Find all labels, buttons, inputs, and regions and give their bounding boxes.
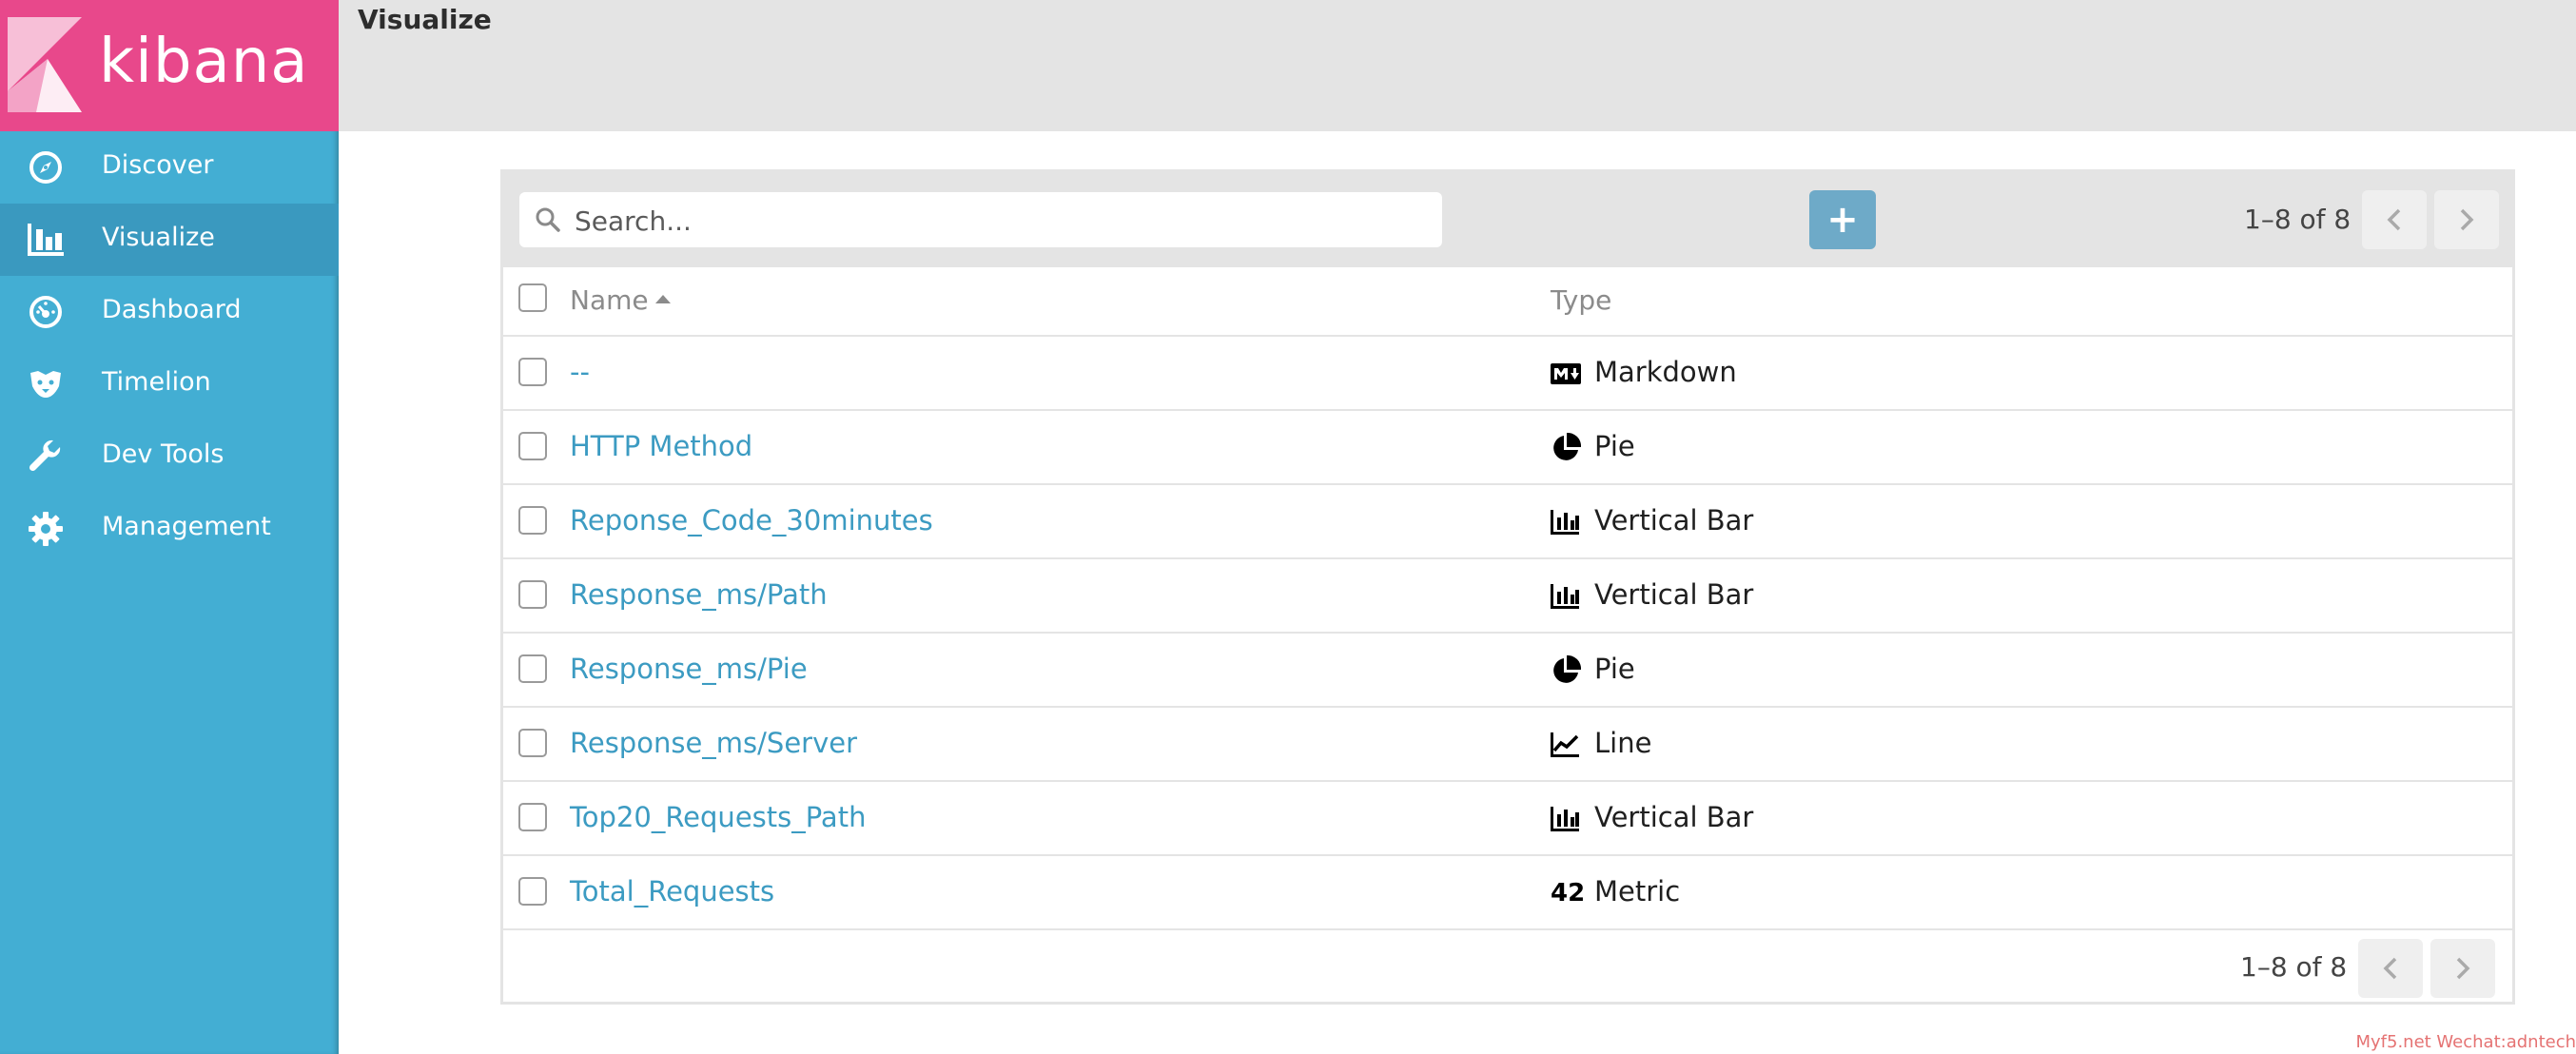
search-icon <box>535 206 561 237</box>
sidebar-item-visualize[interactable]: Visualize <box>0 204 339 276</box>
visualization-type: Pie <box>1594 653 1635 685</box>
metric-icon-text: 42 <box>1551 879 1586 908</box>
table-row: Reponse_Code_30minutes Vertical Bar <box>503 485 2512 559</box>
sidebar-nav: Discover Visualize Dashboard Timelion De… <box>0 131 339 565</box>
visualization-link[interactable]: HTTP Method <box>570 430 752 462</box>
row-checkbox[interactable] <box>518 877 547 906</box>
visualizations-panel: + 1–8 of 8 Name Type -- Markdown <box>500 169 2515 1005</box>
table-row: Response_ms/Path Vertical Bar <box>503 559 2512 634</box>
kibana-logo[interactable]: kibana <box>0 0 339 131</box>
bar-chart-icon <box>1551 805 1583 833</box>
dashboard-gauge-icon <box>27 294 65 330</box>
visualization-link[interactable]: Response_ms/Path <box>570 578 828 611</box>
visualization-link[interactable]: Reponse_Code_30minutes <box>570 504 933 537</box>
row-checkbox[interactable] <box>518 654 547 683</box>
toolbar: + 1–8 of 8 <box>503 172 2512 267</box>
sidebar-item-label: Dashboard <box>102 295 242 324</box>
sidebar-item-dashboard[interactable]: Dashboard <box>0 276 339 348</box>
bar-chart-icon <box>1551 508 1583 537</box>
row-checkbox[interactable] <box>518 506 547 535</box>
row-checkbox[interactable] <box>518 432 547 460</box>
sort-ascending-icon <box>654 294 671 303</box>
compass-icon <box>27 149 65 185</box>
pagination-info-footer: 1–8 of 8 <box>2240 951 2348 983</box>
gear-icon <box>27 511 65 547</box>
visualization-type: Markdown <box>1594 356 1737 388</box>
column-header-type: Type <box>1551 284 1612 316</box>
sidebar-item-timelion[interactable]: Timelion <box>0 348 339 420</box>
visualization-link[interactable]: Response_ms/Pie <box>570 653 808 685</box>
search-box[interactable] <box>519 192 1442 249</box>
row-checkbox[interactable] <box>518 580 547 609</box>
sidebar-item-label: Management <box>102 512 271 541</box>
page-title: Visualize <box>358 4 492 35</box>
chevron-left-icon <box>2387 208 2401 231</box>
add-visualization-button[interactable]: + <box>1809 190 1876 249</box>
table-row: Response_ms/Pie Pie <box>503 634 2512 708</box>
pie-chart-icon <box>1551 655 1583 685</box>
table-row: -- Markdown <box>503 337 2512 411</box>
visualization-type: Pie <box>1594 430 1635 462</box>
timelion-icon <box>27 366 65 402</box>
markdown-icon <box>1551 360 1583 388</box>
sidebar-item-label: Timelion <box>102 367 211 397</box>
logo-text: kibana <box>99 27 309 97</box>
footer-previous-page-button[interactable] <box>2358 939 2423 998</box>
visualization-type: Vertical Bar <box>1594 578 1754 611</box>
sidebar-item-label: Dev Tools <box>102 439 224 469</box>
kibana-logo-icon <box>8 17 82 112</box>
sidebar-item-management[interactable]: Management <box>0 493 339 565</box>
visualization-link[interactable]: -- <box>570 356 590 388</box>
chevron-right-icon <box>2456 957 2470 980</box>
row-checkbox[interactable] <box>518 803 547 831</box>
pagination-info: 1–8 of 8 <box>2244 204 2352 235</box>
row-checkbox[interactable] <box>518 729 547 757</box>
wrench-icon <box>27 439 65 475</box>
footer-next-page-button[interactable] <box>2430 939 2495 998</box>
visualization-type: Vertical Bar <box>1594 801 1754 833</box>
previous-page-button[interactable] <box>2362 190 2427 249</box>
search-input[interactable] <box>573 192 1423 249</box>
select-all-checkbox[interactable] <box>518 283 547 312</box>
bar-chart-icon <box>27 222 65 258</box>
visualization-type: Line <box>1594 727 1652 759</box>
visualization-type: Vertical Bar <box>1594 504 1754 537</box>
visualization-link[interactable]: Top20_Requests_Path <box>570 801 866 833</box>
sidebar-item-label: Discover <box>102 150 214 180</box>
sidebar-item-label: Visualize <box>102 223 215 252</box>
watermark: Myf5.net Wechat:adntech <box>2355 1032 2576 1052</box>
chevron-right-icon <box>2460 208 2474 231</box>
visualization-link[interactable]: Response_ms/Server <box>570 727 857 759</box>
table-row: Top20_Requests_Path Vertical Bar <box>503 782 2512 856</box>
line-chart-icon <box>1551 731 1583 759</box>
column-header-name[interactable]: Name <box>570 284 671 316</box>
table-row: Response_ms/Server Line <box>503 708 2512 782</box>
metric-icon: 42 <box>1551 879 1586 908</box>
top-bar: Visualize <box>339 0 2576 131</box>
pie-chart-icon <box>1551 433 1583 462</box>
next-page-button[interactable] <box>2434 190 2499 249</box>
visualization-type: Metric <box>1594 875 1681 908</box>
row-checkbox[interactable] <box>518 358 547 386</box>
sidebar: kibana Discover Visualize Dashboard Time… <box>0 0 339 1054</box>
table-row: HTTP Method Pie <box>503 411 2512 485</box>
bar-chart-icon <box>1551 582 1583 611</box>
column-header-label: Name <box>570 284 649 316</box>
table-row: Total_Requests 42 Metric <box>503 856 2512 930</box>
visualization-link[interactable]: Total_Requests <box>570 875 774 908</box>
table-header: Name Type <box>503 267 2512 337</box>
sidebar-item-discover[interactable]: Discover <box>0 131 339 204</box>
sidebar-item-dev-tools[interactable]: Dev Tools <box>0 420 339 493</box>
chevron-left-icon <box>2383 957 2397 980</box>
